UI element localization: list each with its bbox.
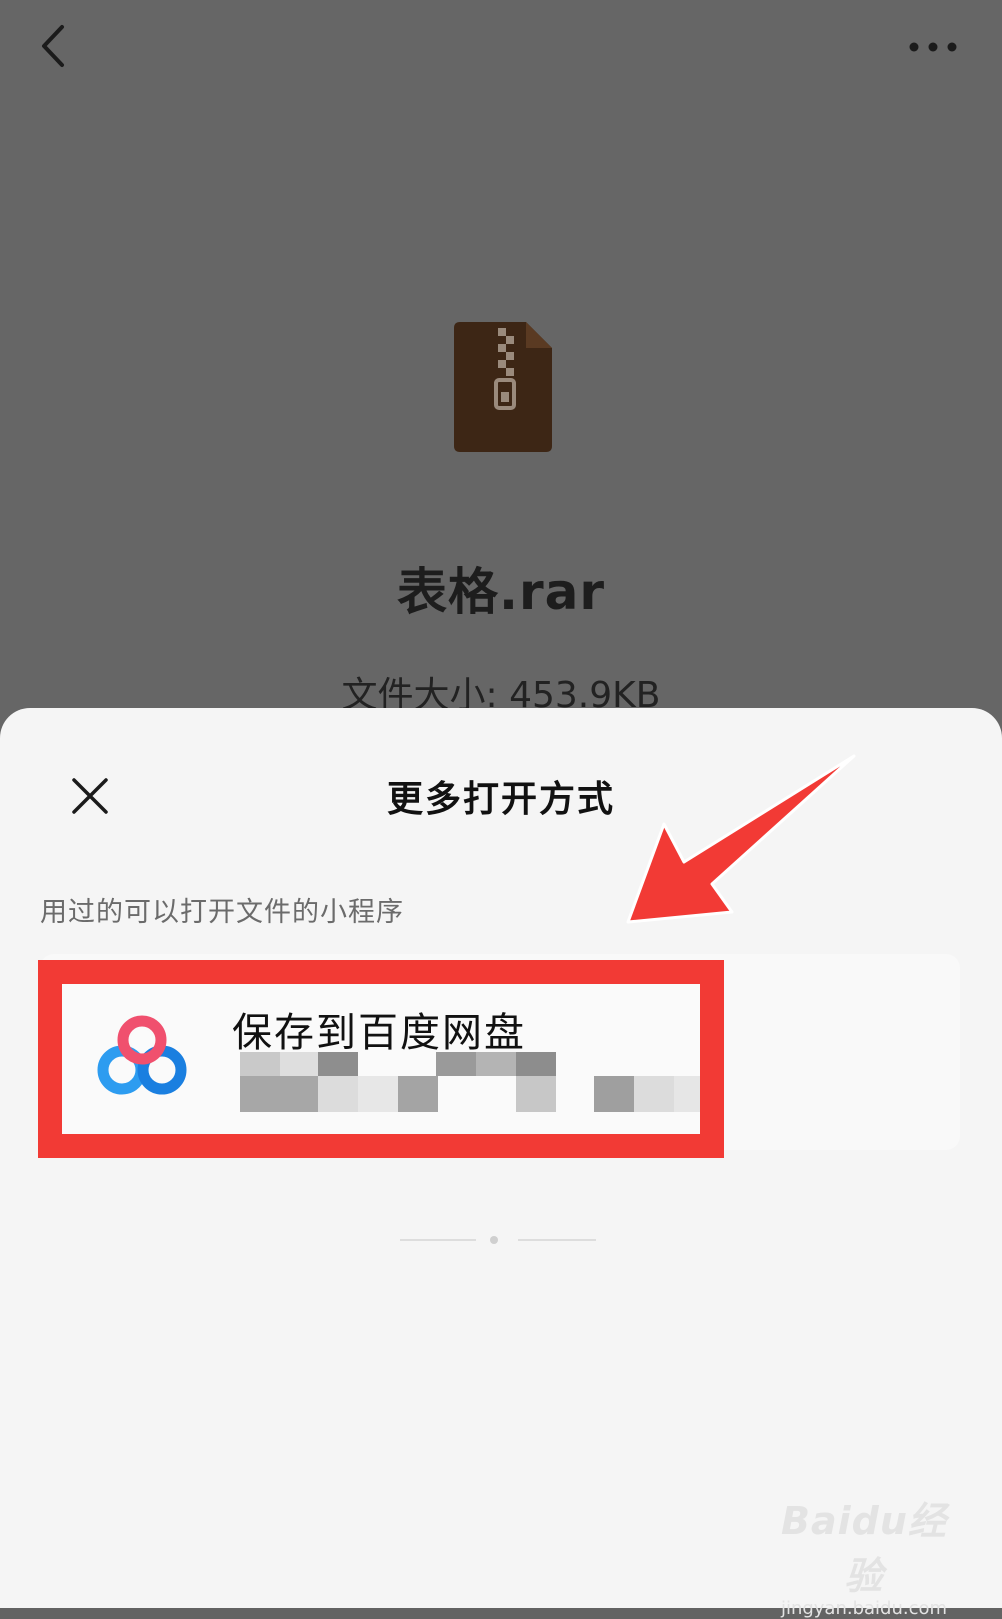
- section-label: 用过的可以打开文件的小程序: [40, 897, 404, 928]
- arrow-annotation: [626, 754, 856, 924]
- highlight-box: [38, 960, 724, 1158]
- back-button[interactable]: [26, 18, 82, 74]
- watermark-url: jingyan.baidu.com: [780, 1598, 948, 1619]
- zip-archive-icon: [454, 322, 552, 452]
- file-name: 表格.rar: [396, 563, 606, 621]
- more-horizontal-icon: [909, 42, 957, 52]
- page-indicator: [400, 1236, 596, 1244]
- chevron-left-icon: [42, 25, 64, 67]
- more-button[interactable]: [898, 22, 968, 72]
- watermark-logo: Baidu经验: [781, 1499, 947, 1598]
